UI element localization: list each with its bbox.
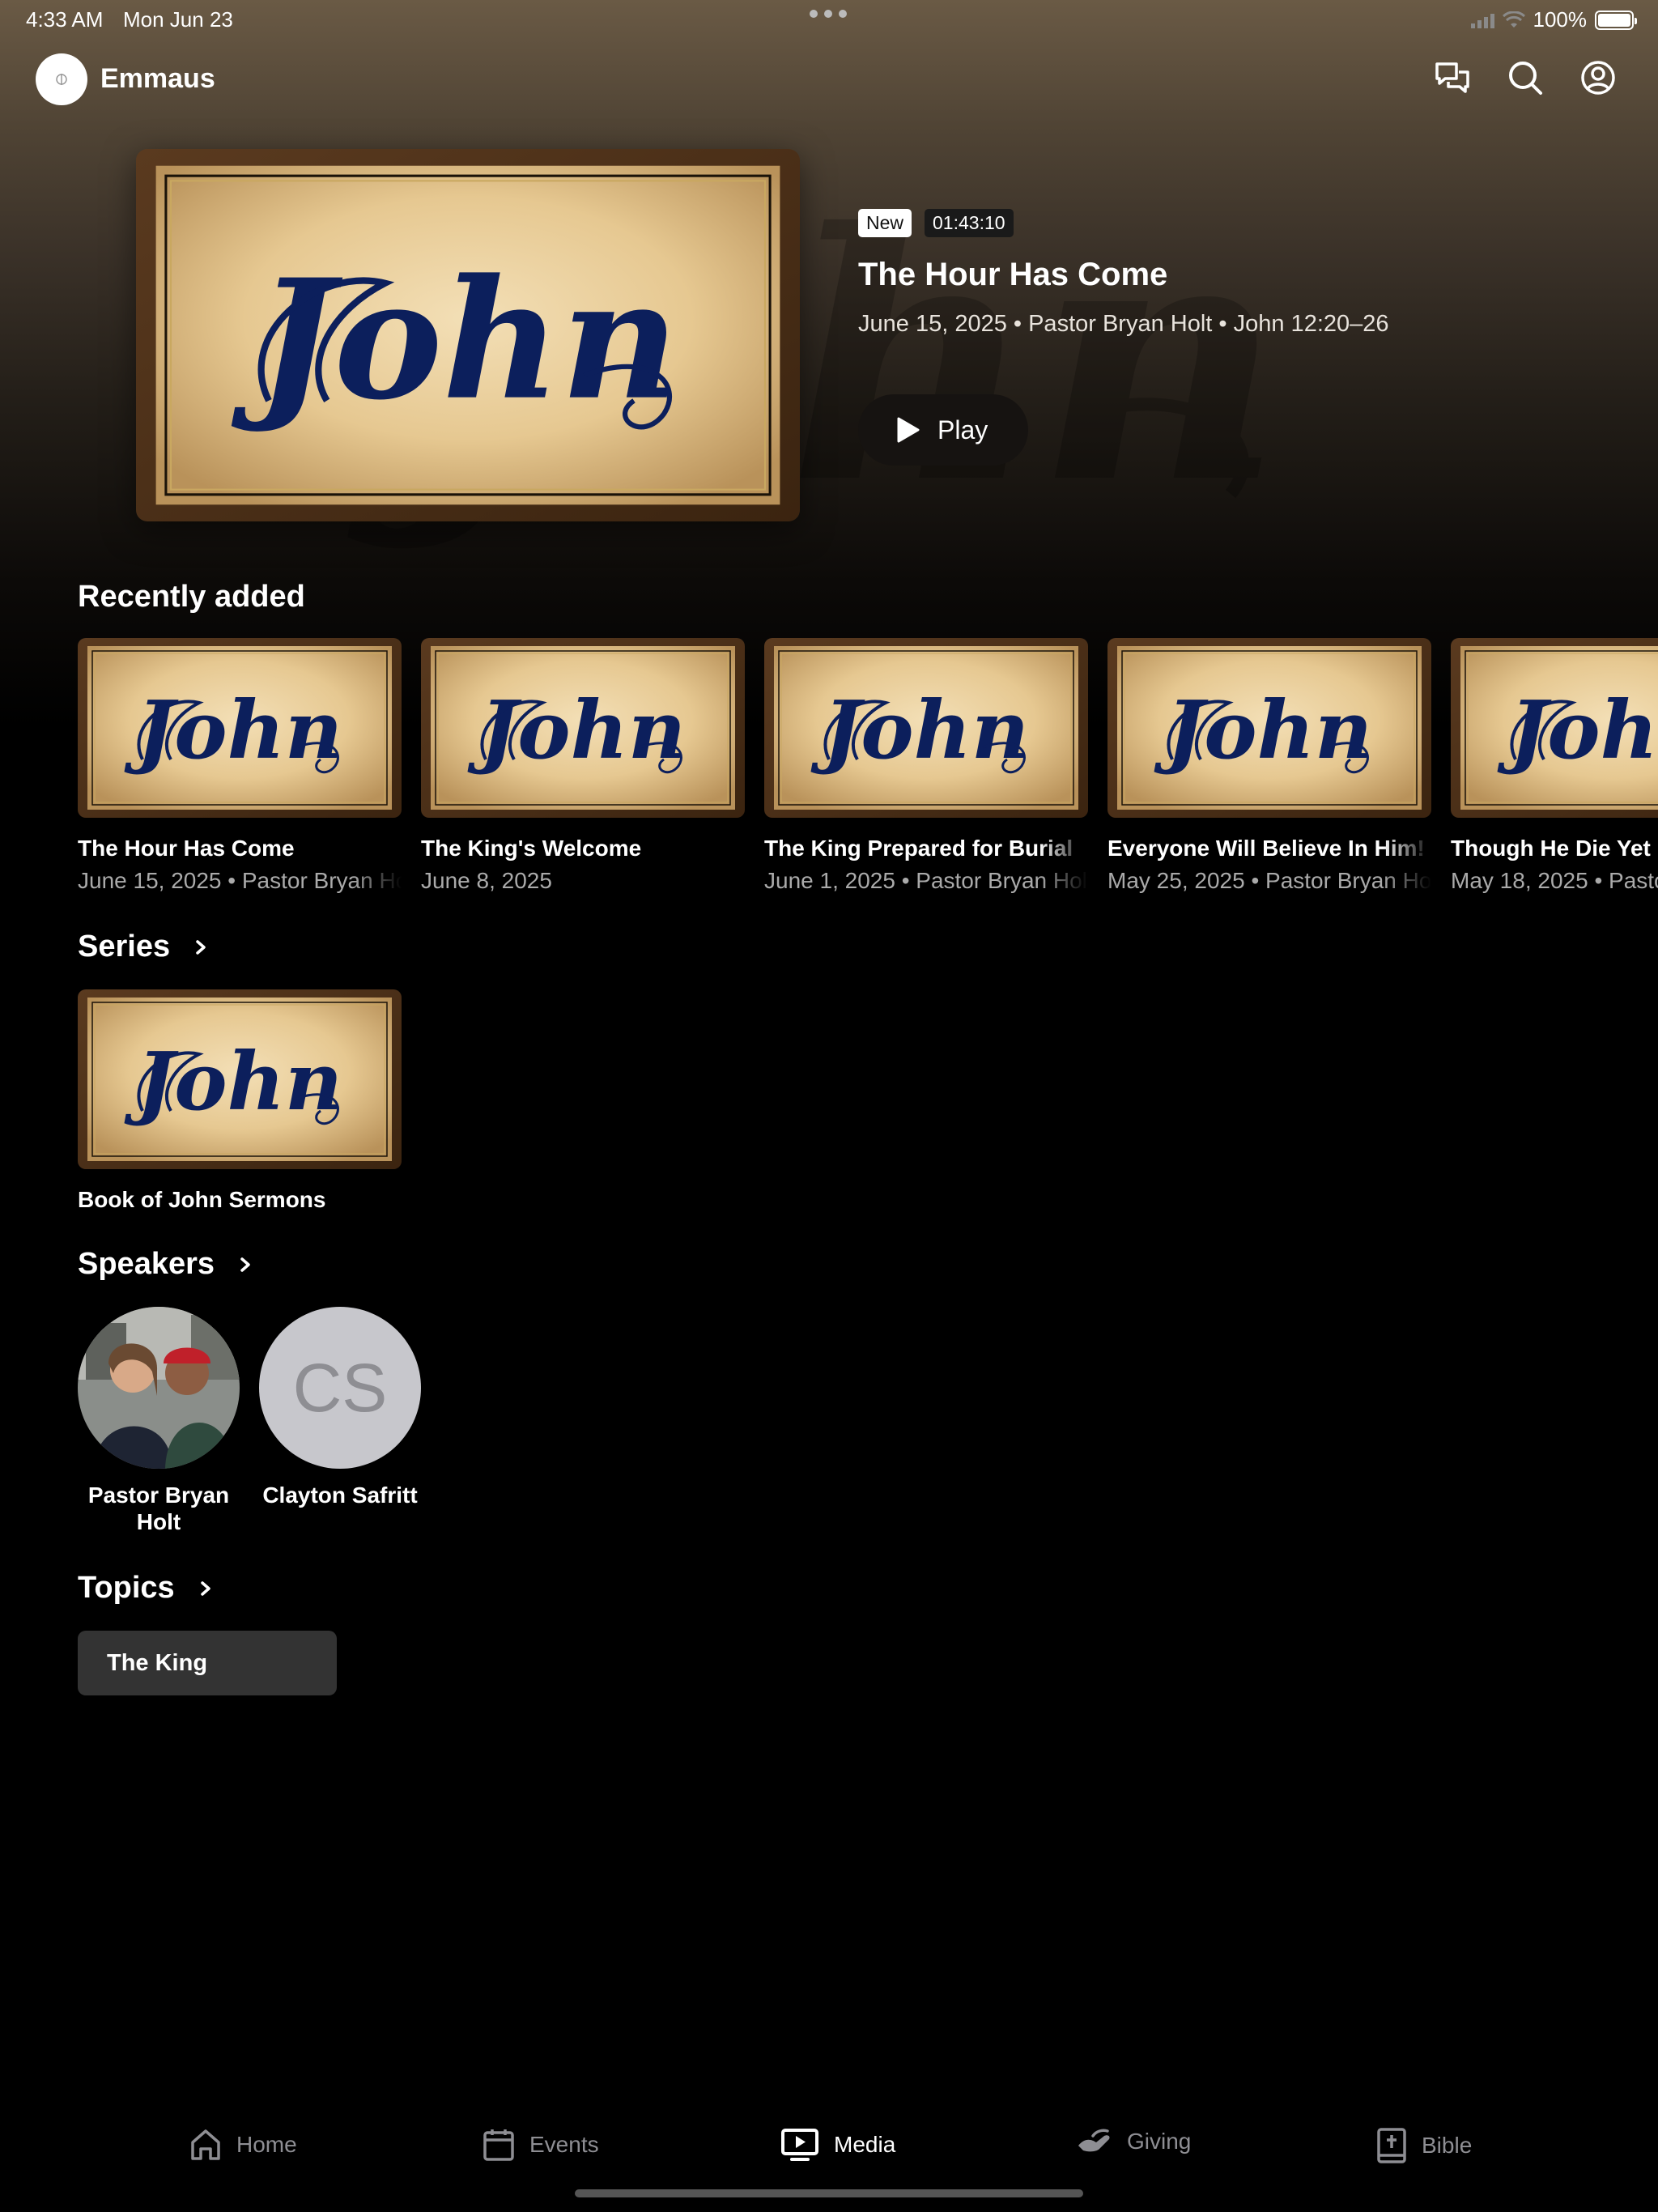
search-icon[interactable] (1506, 58, 1545, 97)
duration-badge: 01:43:10 (925, 209, 1014, 237)
account-icon[interactable] (1579, 58, 1618, 97)
speakers-title: Speakers (78, 1247, 215, 1281)
hero-title: The Hour Has Come (858, 257, 1168, 292)
card-artwork (78, 638, 402, 818)
tab-label: Events (529, 2132, 599, 2157)
tv-play-icon (781, 2129, 818, 2161)
house-icon (191, 2129, 220, 2160)
church-logo[interactable] (36, 53, 87, 105)
speaker-avatar-photo (78, 1307, 240, 1469)
recently-added-title: Recently added (78, 580, 305, 614)
series-card-title: Book of John Sermons (78, 1187, 326, 1212)
status-right: 100% (1470, 7, 1637, 32)
chevron-right-icon (200, 1580, 210, 1596)
chat-icon[interactable] (1433, 58, 1472, 97)
speakers-heading[interactable]: Speakers (78, 1247, 253, 1282)
series-title: Series (78, 929, 171, 963)
recent-card[interactable]: Though He Die Yet May 18, 2025 • Pastor … (1451, 638, 1658, 894)
card-title: Though He Die Yet (1451, 836, 1651, 861)
card-artwork (1451, 638, 1658, 818)
recent-card[interactable]: The King Prepared for Burial June 1, 202… (764, 638, 1088, 894)
topics-heading[interactable]: Topics (78, 1571, 214, 1606)
bible-icon (1377, 2128, 1406, 2163)
status-date: Mon Jun 23 (123, 7, 233, 32)
card-artwork (1107, 638, 1431, 818)
status-bar: 4:33 AM Mon Jun 23 100% (0, 0, 1658, 39)
multitask-dots[interactable] (810, 10, 847, 18)
tab-bible[interactable]: Bible (1376, 2128, 1472, 2163)
battery-icon (1595, 10, 1637, 30)
card-title: Everyone Will Believe In Him! (1107, 836, 1425, 861)
series-heading[interactable]: Series (78, 929, 209, 964)
calendar-icon (483, 2129, 514, 2161)
play-icon (897, 417, 920, 443)
tab-label: Bible (1422, 2133, 1473, 2158)
card-meta: May 18, 2025 • Pastor Bryan Holt (1451, 868, 1658, 893)
speaker-avatar-initials: CS (259, 1307, 421, 1469)
tab-bar: Home Events Media Giving Bible (0, 2113, 1658, 2186)
card-meta: June 1, 2025 • Pastor Bryan Holt (764, 868, 1088, 893)
series-artwork (78, 989, 402, 1169)
tab-label: Giving (1127, 2129, 1192, 2154)
recent-card[interactable]: The King's Welcome June 8, 2025 (421, 638, 745, 894)
cellular-icon (1470, 12, 1494, 28)
play-button[interactable]: Play (858, 394, 1028, 466)
recent-card[interactable]: The Hour Has Come June 15, 2025 • Pastor… (78, 638, 402, 894)
topics-title: Topics (78, 1571, 175, 1605)
wifi-icon (1502, 11, 1525, 28)
card-artwork (764, 638, 1088, 818)
topic-label: The King (107, 1649, 208, 1676)
tab-media[interactable]: Media (780, 2128, 895, 2162)
new-badge: New (858, 209, 912, 237)
card-title: The King Prepared for Burial (764, 836, 1073, 861)
tab-label: Media (834, 2132, 896, 2157)
recently-added-row[interactable]: The Hour Has Come June 15, 2025 • Pastor… (78, 638, 1658, 894)
giving-hand-icon (1078, 2129, 1110, 2152)
card-meta: June 15, 2025 • Pastor Bryan Holt (78, 868, 402, 893)
chevron-right-icon (240, 1257, 250, 1272)
tab-giving[interactable]: Giving (1077, 2128, 1191, 2155)
card-title: The Hour Has Come (78, 836, 295, 861)
hero-meta: June 15, 2025 • Pastor Bryan Holt • John… (858, 311, 1389, 337)
speaker-item[interactable]: CS Clayton Safritt (259, 1307, 421, 1535)
speakers-row: Pastor Bryan Holt CS Clayton Safritt (78, 1307, 421, 1535)
logo-mark-icon (56, 74, 67, 85)
recent-card[interactable]: Everyone Will Believe In Him! May 25, 20… (1107, 638, 1431, 894)
hero-info: New 01:43:10 The Hour Has Come June 15, … (858, 209, 1389, 466)
card-title: The King's Welcome (421, 836, 642, 861)
app-name: Emmaus (100, 63, 215, 94)
speaker-name: Pastor Bryan Holt (87, 1482, 230, 1534)
card-meta: June 8, 2025 (421, 868, 552, 893)
chevron-right-icon (196, 939, 206, 955)
tab-home[interactable]: Home (189, 2128, 297, 2162)
series-card[interactable]: Book of John Sermons (78, 989, 402, 1213)
speaker-item[interactable]: Pastor Bryan Holt (78, 1307, 240, 1535)
battery-percent: 100% (1533, 7, 1588, 32)
topic-chip[interactable]: The King (78, 1631, 337, 1695)
recently-added-heading: Recently added (78, 580, 305, 615)
card-meta: May 25, 2025 • Pastor Bryan Holt (1107, 868, 1431, 893)
tab-label: Home (236, 2132, 297, 2157)
card-artwork (421, 638, 745, 818)
tab-events[interactable]: Events (483, 2128, 599, 2162)
speaker-name: Clayton Safritt (262, 1482, 418, 1508)
status-time: 4:33 AM (26, 7, 104, 32)
hero-artwork[interactable] (136, 149, 800, 521)
play-label: Play (937, 415, 988, 445)
home-indicator[interactable] (575, 2189, 1083, 2197)
header-actions (1433, 58, 1618, 97)
